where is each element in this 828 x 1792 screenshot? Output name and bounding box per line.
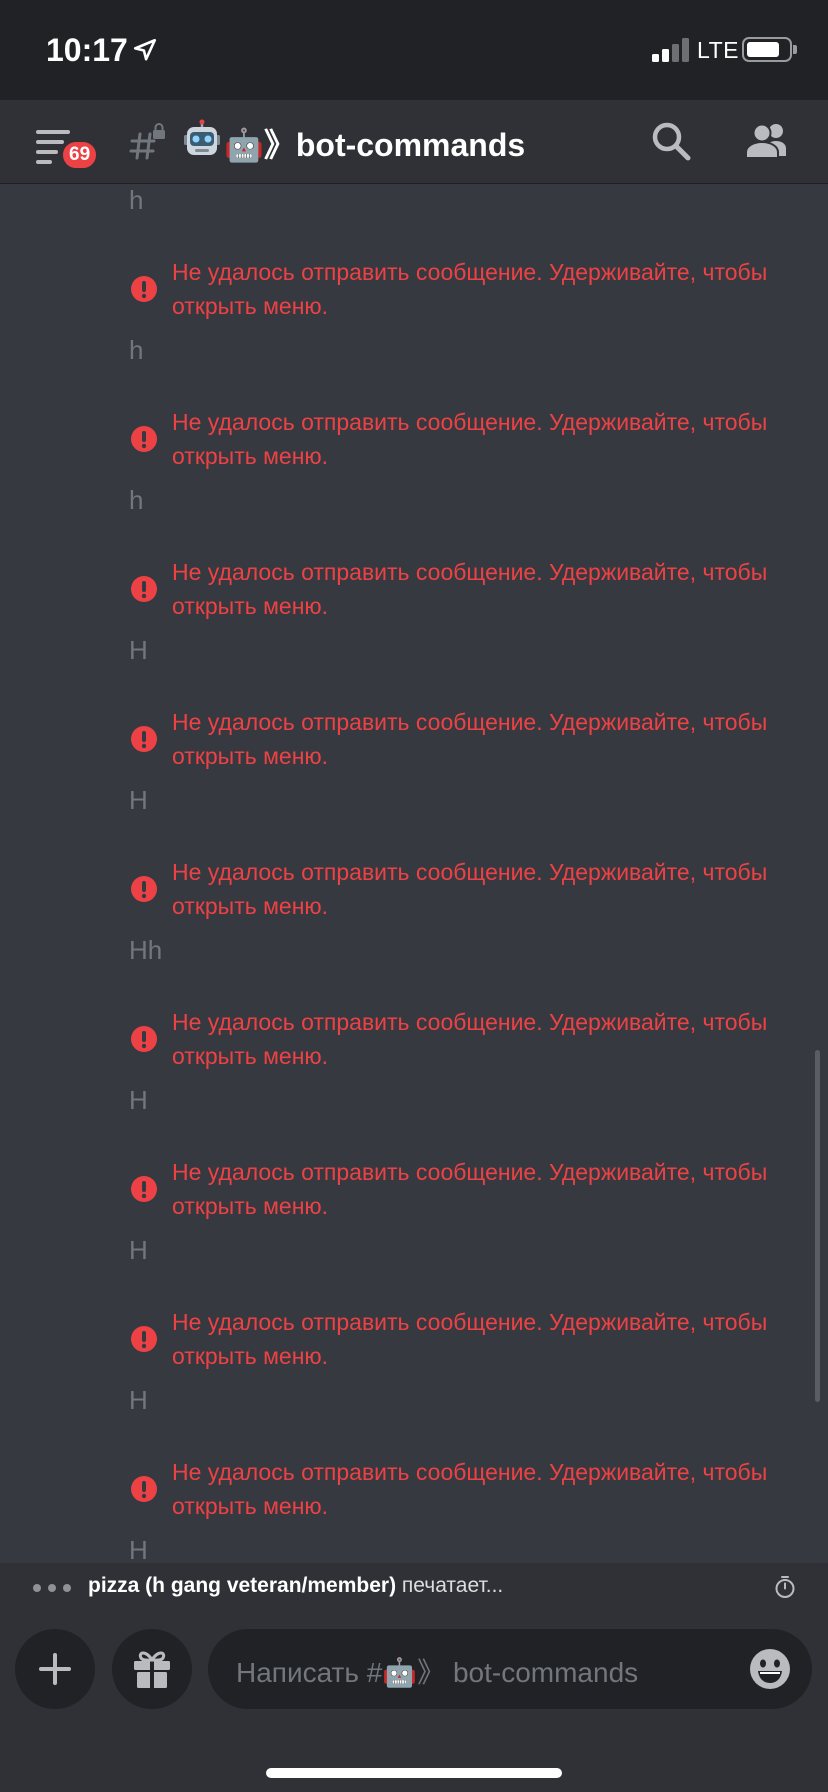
message-input[interactable]: Написать #🤖》 bot-commands: [208, 1629, 812, 1709]
typing-dots-icon: [33, 1584, 75, 1592]
send-failed-message[interactable]: Не удалось отправить сообщение. Удержива…: [172, 1455, 812, 1523]
error-icon: [131, 1176, 157, 1202]
error-icon: [131, 1476, 157, 1502]
error-icon: [131, 726, 157, 752]
error-line: Не удалось отправить сообщение. Удержива…: [172, 709, 768, 735]
battery-cap: [793, 45, 797, 54]
status-time: 10:17: [46, 32, 128, 68]
message-composer: Написать #🤖》 bot-commands: [0, 1611, 828, 1792]
error-line: открыть меню.: [172, 743, 329, 769]
channel-title: 🤖》bot-commands: [224, 127, 526, 163]
error-line: открыть меню.: [172, 1193, 329, 1219]
error-line: открыть меню.: [172, 1343, 329, 1369]
channel-header: 69 🤖》bot-commands: [0, 100, 828, 184]
message-item[interactable]: Hh Не удалось отправить сообщение. Удерж…: [0, 935, 828, 1085]
error-line: открыть меню.: [172, 893, 329, 919]
error-icon: [131, 876, 157, 902]
message-text: h: [129, 185, 144, 215]
error-line: открыть меню.: [172, 1493, 329, 1519]
message-text: Hh: [129, 935, 163, 965]
error-line: Не удалось отправить сообщение. Удержива…: [172, 1459, 768, 1485]
message-text: H: [129, 1085, 148, 1115]
emoji-smile-icon[interactable]: [748, 1647, 792, 1691]
send-failed-message[interactable]: Не удалось отправить сообщение. Удержива…: [172, 1155, 812, 1223]
message-text: H: [129, 785, 148, 815]
robot-emoji-icon: [184, 119, 220, 155]
message-text: H: [129, 635, 148, 665]
error-line: открыть меню.: [172, 293, 329, 319]
message-scrollbar[interactable]: [815, 1050, 820, 1402]
error-line: открыть меню.: [172, 1043, 329, 1069]
error-line: открыть меню.: [172, 443, 329, 469]
error-icon: [131, 1026, 157, 1052]
battery-icon: [742, 37, 792, 62]
message-item[interactable]: H Не удалось отправить сообщение. Удержи…: [0, 1085, 828, 1235]
message-text: h: [129, 485, 144, 515]
message-input-placeholder: Написать #🤖》 bot-commands: [236, 1657, 639, 1688]
message-item[interactable]: H: [0, 1535, 828, 1563]
error-icon: [131, 1326, 157, 1352]
message-text: H: [129, 1385, 148, 1415]
send-failed-message[interactable]: Не удалось отправить сообщение. Удержива…: [172, 255, 812, 323]
error-line: Не удалось отправить сообщение. Удержива…: [172, 1159, 768, 1185]
gift-icon: [134, 1651, 170, 1688]
typing-text: pizza (h gang veteran/member) печатает..…: [88, 1574, 503, 1598]
message-item[interactable]: h Не удалось отправить сообщение. Удержи…: [0, 335, 828, 485]
send-failed-message[interactable]: Не удалось отправить сообщение. Удержива…: [172, 555, 812, 623]
error-icon: [131, 576, 157, 602]
error-line: открыть меню.: [172, 593, 329, 619]
unread-badge: 69: [60, 139, 100, 171]
error-icon: [131, 276, 157, 302]
send-failed-message[interactable]: Не удалось отправить сообщение. Удержива…: [172, 1305, 812, 1373]
typing-indicator: pizza (h gang veteran/member) печатает..…: [0, 1563, 828, 1611]
add-attachment-button[interactable]: [15, 1629, 95, 1709]
status-bar: 10:17 LTE: [0, 0, 828, 100]
send-failed-message[interactable]: Не удалось отправить сообщение. Удержива…: [172, 705, 812, 773]
message-item[interactable]: H Не удалось отправить сообщение. Удержи…: [0, 1235, 828, 1385]
message-item[interactable]: H Не удалось отправить сообщение. Удержи…: [0, 785, 828, 935]
home-indicator: [266, 1768, 562, 1778]
error-line: Не удалось отправить сообщение. Удержива…: [172, 1309, 768, 1335]
message-text: H: [129, 1535, 148, 1563]
message-item[interactable]: H Не удалось отправить сообщение. Удержи…: [0, 635, 828, 785]
error-line: Не удалось отправить сообщение. Удержива…: [172, 559, 768, 585]
location-arrow-icon: [133, 38, 157, 61]
locked-channel-hash-icon: [129, 123, 165, 160]
error-line: Не удалось отправить сообщение. Удержива…: [172, 1009, 768, 1035]
message-item[interactable]: H Не удалось отправить сообщение. Удержи…: [0, 1385, 828, 1535]
error-line: Не удалось отправить сообщение. Удержива…: [172, 859, 768, 885]
network-type: LTE: [697, 37, 739, 63]
message-text: H: [129, 1235, 148, 1265]
send-failed-message[interactable]: Не удалось отправить сообщение. Удержива…: [172, 1005, 812, 1073]
error-line: Не удалось отправить сообщение. Удержива…: [172, 409, 768, 435]
message-item[interactable]: h Не удалось отправить сообщение. Удержи…: [0, 185, 828, 335]
typing-user: pizza (h gang veteran/member): [88, 1574, 397, 1597]
send-failed-message[interactable]: Не удалось отправить сообщение. Удержива…: [172, 855, 812, 923]
error-line: Не удалось отправить сообщение. Удержива…: [172, 259, 768, 285]
slowmode-timer-icon: [775, 1576, 795, 1598]
message-text: h: [129, 335, 144, 365]
message-item[interactable]: h Не удалось отправить сообщение. Удержи…: [0, 485, 828, 635]
signal-bars-icon: [652, 38, 690, 62]
members-icon[interactable]: [740, 118, 796, 164]
gift-button[interactable]: [112, 1629, 192, 1709]
error-icon: [131, 426, 157, 452]
search-icon[interactable]: [648, 118, 694, 164]
message-list[interactable]: h Не удалось отправить сообщение. Удержи…: [0, 185, 828, 1563]
typing-action: печатает...: [396, 1574, 504, 1597]
plus-icon: [39, 1653, 71, 1685]
send-failed-message[interactable]: Не удалось отправить сообщение. Удержива…: [172, 405, 812, 473]
